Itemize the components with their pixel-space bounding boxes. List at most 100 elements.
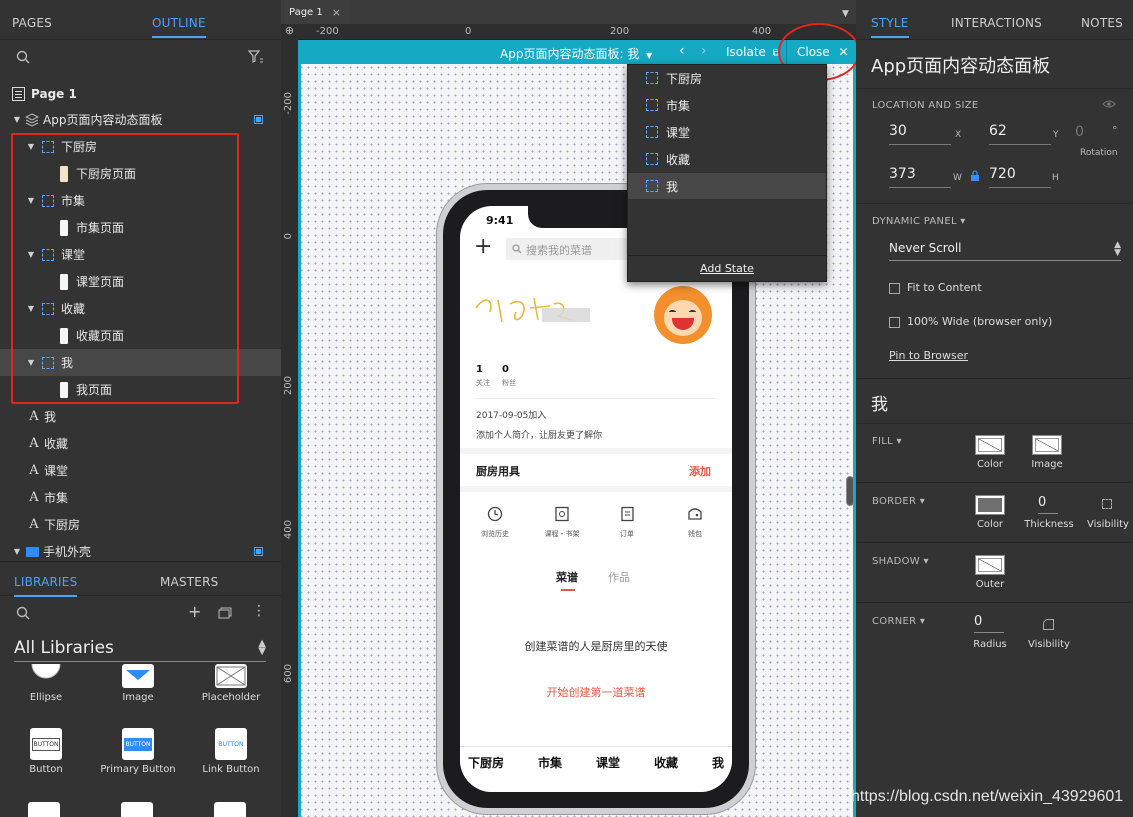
- tab-masters[interactable]: MASTERS: [160, 575, 218, 589]
- panel-state-title: App页面内容动态面板: 我: [500, 47, 640, 61]
- rotation-input[interactable]: 0: [1075, 124, 1084, 140]
- panel-state-selector[interactable]: App页面内容动态面板: 我 ▼: [500, 45, 652, 62]
- dropdown-state-2[interactable]: 课堂: [628, 119, 826, 145]
- tree-folder-shell[interactable]: ▼ 手机外壳: [0, 538, 281, 560]
- bio-prompt[interactable]: 添加个人简介，让厨友更了解你: [476, 428, 602, 441]
- nav-item[interactable]: 收藏: [654, 754, 678, 771]
- tree-text-3[interactable]: A 市集: [0, 484, 281, 511]
- tree-text-0[interactable]: A 我: [0, 403, 281, 430]
- nav-item[interactable]: 下厨房: [468, 754, 504, 771]
- action-wallet[interactable]: 钱包: [670, 506, 720, 539]
- lock-icon[interactable]: [970, 170, 980, 182]
- action-courses[interactable]: 课程・书架: [534, 506, 590, 539]
- h-input[interactable]: 720: [989, 166, 1051, 188]
- filter-icon[interactable]: [248, 50, 264, 64]
- library-item-primary-button[interactable]: BUTTON Primary Button: [98, 728, 178, 775]
- dropdown-state-4[interactable]: 我: [628, 173, 826, 199]
- full-width-checkbox[interactable]: 100% Wide (browser only): [889, 315, 1052, 328]
- library-item-button[interactable]: BUTTON Button: [6, 728, 86, 775]
- tab-recipes[interactable]: 菜谱: [556, 569, 578, 585]
- fit-to-content-checkbox[interactable]: Fit to Content: [889, 281, 982, 294]
- dropdown-state-1[interactable]: 市集: [628, 92, 826, 118]
- next-state-icon[interactable]: ›: [701, 43, 707, 59]
- tab-overflow-chevron-icon[interactable]: ▼: [842, 9, 849, 19]
- corner-radius-input[interactable]: 0: [974, 614, 1004, 633]
- tab-notes[interactable]: NOTES: [1081, 16, 1123, 30]
- tab-pages[interactable]: PAGES: [12, 16, 52, 30]
- border-thickness-input[interactable]: 0: [1038, 495, 1058, 514]
- button-widget-text: BUTTON: [31, 737, 61, 751]
- chevron-down-icon[interactable]: ▼: [12, 547, 22, 556]
- shadow-outer-swatch[interactable]: [975, 555, 1005, 575]
- page-tab[interactable]: Page 1 ×: [281, 0, 349, 24]
- corner-title[interactable]: CORNER ▾: [872, 616, 925, 627]
- heading3-widget-icon[interactable]: [214, 802, 246, 817]
- more-menu-icon[interactable]: ⋮: [252, 603, 266, 619]
- tab-outline[interactable]: OUTLINE: [152, 16, 206, 38]
- avatar[interactable]: [654, 286, 712, 344]
- tree-dynamic-panel[interactable]: ▼ App页面内容动态面板: [0, 106, 281, 133]
- tree-text-2[interactable]: A 课堂: [0, 457, 281, 484]
- fill-title[interactable]: FILL ▾: [872, 436, 902, 447]
- border-color-swatch[interactable]: [975, 495, 1005, 515]
- state-icon: [646, 99, 658, 111]
- border-title[interactable]: BORDER ▾: [872, 496, 925, 507]
- y-input[interactable]: 62: [989, 123, 1051, 145]
- isolate-button[interactable]: Isolate ⧉: [726, 45, 780, 59]
- close-tab-icon[interactable]: ×: [332, 6, 341, 19]
- library-item-ellipse[interactable]: Ellipse: [6, 664, 86, 703]
- nav-item[interactable]: 市集: [538, 754, 562, 771]
- fill-image-swatch[interactable]: [1032, 435, 1062, 455]
- tree-text-4[interactable]: A 下厨房: [0, 511, 281, 538]
- tab-interactions[interactable]: INTERACTIONS: [951, 16, 1042, 30]
- dropdown-state-0[interactable]: 下厨房: [628, 65, 826, 91]
- pin-to-browser-link[interactable]: Pin to Browser: [889, 349, 968, 362]
- x-input[interactable]: 30: [889, 123, 951, 145]
- heading1-widget-icon[interactable]: [28, 802, 60, 817]
- w-input[interactable]: 373: [889, 166, 951, 188]
- corner-visibility-icon[interactable]: [1043, 619, 1054, 630]
- add-library-icon[interactable]: +: [188, 602, 201, 621]
- add-state-link[interactable]: Add State: [628, 262, 826, 275]
- duplicate-icon[interactable]: [218, 607, 232, 619]
- previous-state-icon[interactable]: ‹: [679, 43, 685, 59]
- library-item-placeholder[interactable]: Placeholder: [191, 664, 271, 703]
- action-orders[interactable]: 订单: [602, 506, 652, 539]
- action-history[interactable]: 浏览历史: [470, 506, 520, 539]
- state-name[interactable]: 我: [871, 390, 888, 415]
- heading2-widget-icon[interactable]: [121, 802, 153, 817]
- tree-page-1[interactable]: Page 1: [0, 80, 281, 107]
- canvas-scrollbar[interactable]: [846, 476, 854, 506]
- button-widget-icon: BUTTON: [30, 728, 62, 760]
- add-tool-link[interactable]: 添加: [689, 463, 711, 479]
- search-icon[interactable]: [16, 606, 30, 620]
- shadow-title[interactable]: SHADOW ▾: [872, 556, 929, 567]
- tab-works[interactable]: 作品: [608, 569, 630, 585]
- ruler-mark: 200: [610, 26, 630, 37]
- dropdown-state-3[interactable]: 收藏: [628, 146, 826, 172]
- tab-libraries[interactable]: LIBRARIES: [14, 575, 78, 597]
- library-item-image[interactable]: Image: [98, 664, 178, 703]
- chevron-down-icon[interactable]: ▼: [12, 115, 22, 124]
- search-icon[interactable]: [16, 50, 30, 64]
- nav-item[interactable]: 课堂: [596, 754, 620, 771]
- ruler-origin-icon[interactable]: ⊕: [281, 24, 298, 40]
- checkbox-box: [889, 316, 900, 328]
- location-size-title: LOCATION AND SIZE: [872, 100, 979, 111]
- border-visibility-icon[interactable]: [1102, 499, 1112, 509]
- library-selector[interactable]: All Libraries ▲ ▼: [14, 638, 266, 662]
- plus-icon[interactable]: +: [474, 236, 492, 258]
- nav-item[interactable]: 我: [712, 754, 724, 771]
- eye-icon[interactable]: [1102, 99, 1116, 109]
- create-recipe-link[interactable]: 开始创建第一道菜谱: [460, 684, 732, 700]
- scroll-select[interactable]: Never Scroll ▲ ▼: [889, 241, 1121, 261]
- dropdown-state-label: 市集: [666, 98, 691, 113]
- tab-style[interactable]: STYLE: [871, 16, 909, 38]
- dynamic-panel-title[interactable]: DYNAMIC PANEL ▾: [872, 216, 966, 227]
- widget-name[interactable]: App页面内容动态面板: [871, 52, 1050, 78]
- library-item-link-button[interactable]: BUTTON Link Button: [191, 728, 271, 775]
- tree-text-1[interactable]: A 收藏: [0, 430, 281, 457]
- search-box[interactable]: 搜索我的菜谱: [506, 238, 636, 260]
- fill-color-swatch[interactable]: [975, 435, 1005, 455]
- divider: [856, 88, 1133, 89]
